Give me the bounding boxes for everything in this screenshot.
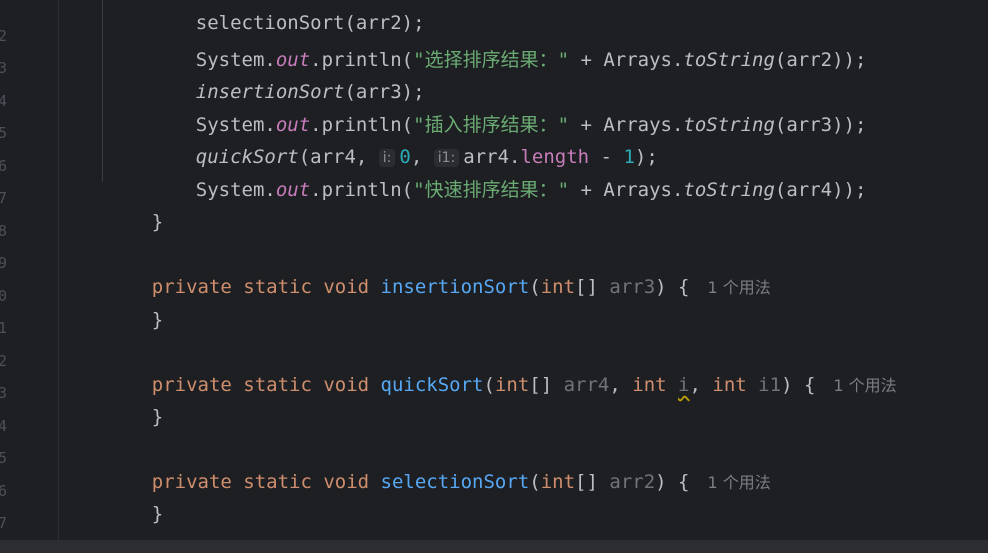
- usage-count-hint[interactable]: 1 个用法: [707, 278, 770, 297]
- line-number: 7: [0, 514, 8, 532]
- fold-gutter-divider: [58, 0, 59, 540]
- indent-guide: [102, 0, 103, 182]
- line-number: 7: [0, 189, 8, 207]
- method-declaration-selectionSort: private static void selectionSort(int[] …: [151, 471, 771, 493]
- code-line: }: [151, 211, 164, 233]
- line-number: 2: [0, 27, 8, 45]
- code-line: }: [151, 503, 164, 525]
- weak-warning-param: i: [678, 374, 690, 396]
- code-line: System.out.println("快速排序结果：" + Arrays.to…: [195, 179, 867, 201]
- line-number-gutter: 2 3 4 5 6 7 8 9 0 1 2 3 4 5 6 7: [0, 0, 28, 540]
- line-number: 5: [0, 124, 8, 142]
- usage-count-hint[interactable]: 1 个用法: [707, 473, 770, 492]
- method-declaration-quickSort: private static void quickSort(int[] arr4…: [151, 374, 897, 396]
- code-line: System.out.println("插入排序结果：" + Arrays.to…: [195, 114, 867, 136]
- code-line: insertionSort(arr3);: [195, 81, 425, 103]
- line-number: 3: [0, 59, 8, 77]
- code-line: System.out.println("选择排序结果：" + Arrays.to…: [195, 49, 867, 71]
- line-number: 6: [0, 157, 8, 175]
- code-line: }: [151, 309, 164, 331]
- line-number: 5: [0, 449, 8, 467]
- code-line: quickSort(arr4, i: 0, i1: arr4.length - 1)…: [195, 146, 658, 168]
- line-number: 3: [0, 384, 8, 402]
- line-number: 4: [0, 417, 8, 435]
- line-number: 8: [0, 222, 8, 240]
- usage-count-hint[interactable]: 1 个用法: [833, 376, 896, 395]
- line-number: 0: [0, 287, 8, 305]
- code-line-partial: selectionSort(arr2);: [195, 12, 425, 34]
- line-number: 2: [0, 352, 8, 370]
- line-number: 9: [0, 254, 8, 272]
- method-declaration-insertionSort: private static void insertionSort(int[] …: [151, 276, 771, 298]
- line-number: 1: [0, 319, 8, 337]
- line-number: 6: [0, 482, 8, 500]
- line-number: 4: [0, 92, 8, 110]
- code-line: }: [151, 406, 164, 428]
- horizontal-scrollbar[interactable]: [0, 540, 988, 553]
